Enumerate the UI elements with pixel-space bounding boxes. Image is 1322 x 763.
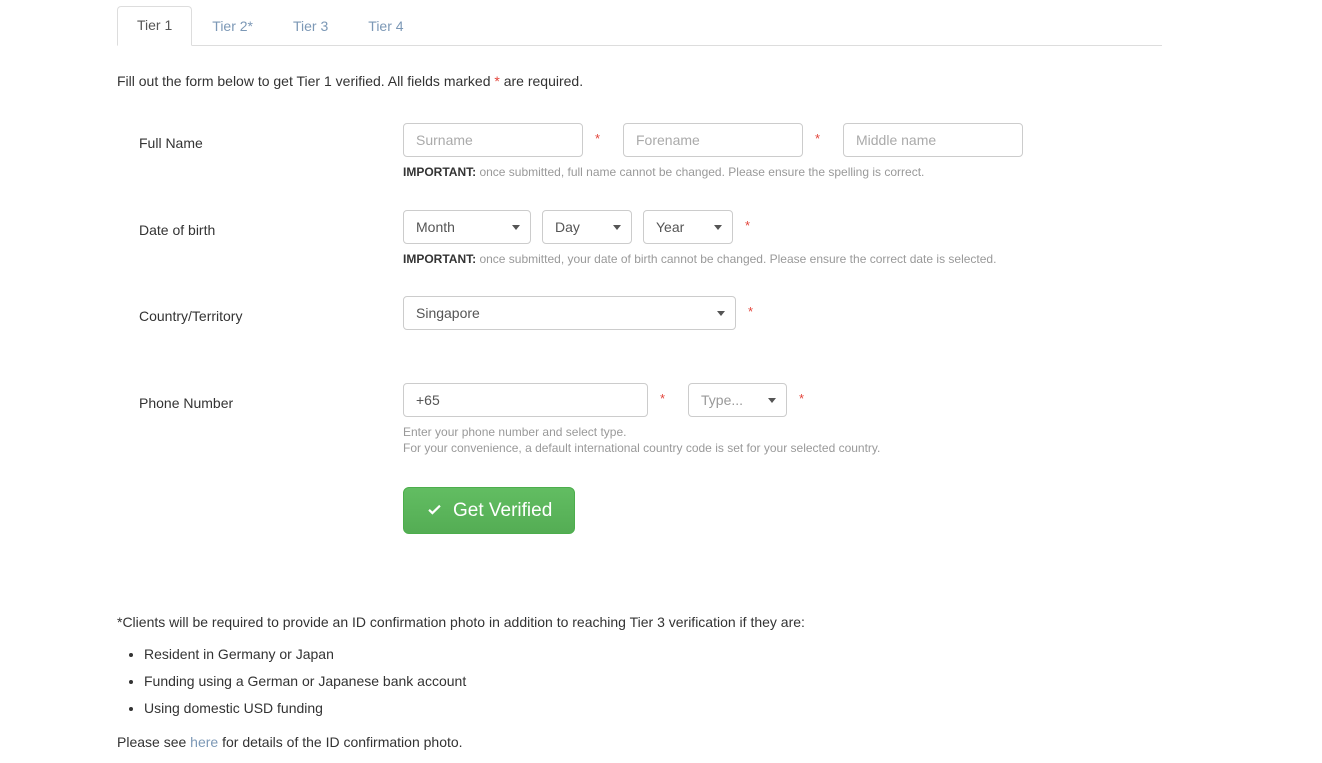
- list-item: Resident in Germany or Japan: [144, 643, 1117, 666]
- list-item: Using domestic USD funding: [144, 697, 1117, 720]
- form-row-country: Country/Territory Singapore *: [0, 291, 1322, 331]
- forename-input[interactable]: [623, 123, 803, 157]
- day-select[interactable]: Day: [542, 210, 632, 244]
- tab-tier-1[interactable]: Tier 1: [117, 6, 193, 46]
- tier-tabs-container: Tier 1 Tier 2* Tier 3 Tier 4: [117, 6, 1162, 46]
- form-row-date-of-birth: Date of birth Month Day Year * IMPORTANT…: [0, 205, 1322, 266]
- chevron-down-icon: [717, 310, 725, 316]
- phone-type-required-asterisk: *: [799, 391, 805, 406]
- footer-note-before: Please see: [117, 734, 191, 750]
- phone-type-select[interactable]: Type...: [688, 383, 787, 417]
- country-controls: Singapore *: [403, 296, 758, 330]
- phone-help-text-2: For your convenience, a default internat…: [403, 441, 881, 455]
- footer-note: Please see here for details of the ID co…: [117, 732, 1117, 753]
- date-of-birth-help-strong: IMPORTANT:: [403, 252, 477, 266]
- chevron-down-icon: [714, 224, 722, 230]
- full-name-help-strong: IMPORTANT:: [403, 165, 477, 179]
- verification-form: Full Name * * IMPORTANT: once submitted,…: [0, 118, 1322, 455]
- tab-tier-2-label: Tier 2*: [212, 18, 253, 34]
- date-of-birth-label: Date of birth: [139, 222, 216, 238]
- check-icon: [426, 502, 443, 519]
- footer-note-after: for details of the ID confirmation photo…: [218, 734, 463, 750]
- get-verified-button-label: Get Verified: [453, 499, 553, 521]
- form-row-full-name: Full Name * * IMPORTANT: once submitted,…: [0, 118, 1322, 179]
- surname-required-asterisk: *: [595, 131, 601, 146]
- country-select-value: Singapore: [416, 305, 480, 321]
- list-item: Funding using a German or Japanese bank …: [144, 670, 1117, 693]
- date-of-birth-required-asterisk: *: [745, 218, 751, 233]
- full-name-help-text: once submitted, full name cannot be chan…: [476, 165, 925, 179]
- date-of-birth-controls: Month Day Year *: [403, 210, 755, 244]
- phone-help-line-2: For your convenience, a default internat…: [403, 440, 880, 457]
- date-of-birth-help-text: once submitted, your date of birth canno…: [476, 252, 997, 266]
- year-select[interactable]: Year: [643, 210, 733, 244]
- phone-controls: * Type... *: [403, 383, 809, 417]
- country-select[interactable]: Singapore: [403, 296, 736, 330]
- date-of-birth-help: IMPORTANT: once submitted, your date of …: [403, 251, 996, 268]
- tab-tier-4-label: Tier 4: [368, 18, 404, 34]
- full-name-label: Full Name: [139, 135, 203, 151]
- phone-label: Phone Number: [139, 395, 234, 411]
- year-select-value: Year: [656, 219, 685, 235]
- phone-required-asterisk: *: [660, 391, 666, 406]
- tab-tier-3[interactable]: Tier 3: [273, 7, 348, 46]
- month-select-value: Month: [416, 219, 455, 235]
- intro-text-before: Fill out the form below to get Tier 1 ve…: [117, 73, 495, 89]
- day-select-value: Day: [555, 219, 580, 235]
- full-name-help: IMPORTANT: once submitted, full name can…: [403, 164, 924, 181]
- form-row-phone: Phone Number * Type... * Enter your phon…: [0, 378, 1322, 455]
- country-required-asterisk: *: [748, 304, 754, 319]
- middle-name-input[interactable]: [843, 123, 1023, 157]
- footer-bullet-list: Resident in Germany or Japan Funding usi…: [117, 643, 1117, 720]
- tab-tier-1-label: Tier 1: [137, 17, 173, 33]
- surname-input[interactable]: [403, 123, 583, 157]
- id-confirmation-photo-link[interactable]: here: [190, 734, 218, 750]
- phone-help-text-1: Enter your phone number and select type.: [403, 425, 627, 439]
- tab-tier-2[interactable]: Tier 2*: [192, 7, 273, 46]
- intro-text: Fill out the form below to get Tier 1 ve…: [117, 71, 583, 91]
- footer-intro: *Clients will be required to provide an …: [117, 614, 805, 630]
- full-name-controls: * *: [403, 123, 1023, 157]
- tier-tabs: Tier 1 Tier 2* Tier 3 Tier 4: [117, 6, 1162, 46]
- phone-help-line-1: Enter your phone number and select type.: [403, 424, 626, 441]
- intro-text-after: are required.: [499, 73, 584, 89]
- get-verified-button[interactable]: Get Verified: [403, 487, 576, 534]
- phone-number-input[interactable]: [403, 383, 648, 417]
- chevron-down-icon: [613, 224, 621, 230]
- country-label: Country/Territory: [139, 308, 243, 324]
- chevron-down-icon: [512, 224, 520, 230]
- tab-tier-4[interactable]: Tier 4: [348, 7, 423, 46]
- month-select[interactable]: Month: [403, 210, 531, 244]
- footer-notes: *Clients will be required to provide an …: [117, 612, 1117, 763]
- chevron-down-icon: [768, 397, 776, 403]
- phone-type-select-value: Type...: [701, 392, 744, 408]
- forename-required-asterisk: *: [815, 131, 821, 146]
- tab-tier-3-label: Tier 3: [293, 18, 329, 34]
